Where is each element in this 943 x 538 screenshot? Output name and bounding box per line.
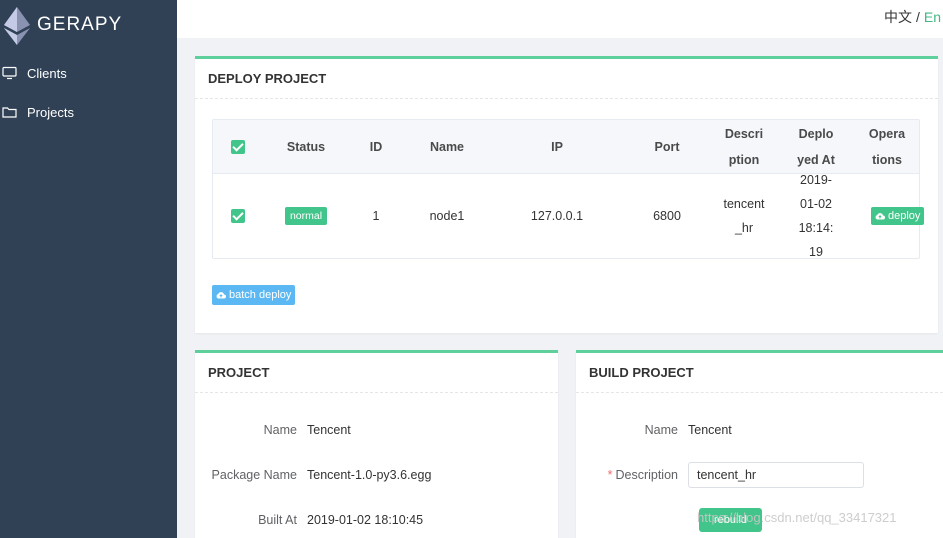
deploy-button[interactable]: deploy — [871, 207, 925, 225]
build-name-row: Name Tencent — [576, 420, 943, 440]
cloud-upload-icon — [216, 292, 226, 299]
folder-icon — [2, 107, 17, 118]
package-name-value: Tencent-1.0-py3.6.egg — [307, 468, 432, 482]
language-switch: 中文 / En — [884, 7, 941, 27]
column-header-id: ID — [369, 139, 383, 154]
brand-name: GERAPY — [37, 14, 123, 35]
description-input[interactable] — [688, 462, 864, 488]
built-at-value: 2019-01-02 18:10:45 — [307, 513, 424, 527]
monitor-icon — [2, 66, 17, 80]
table-header: Status ID Name IP Port Description Deplo… — [213, 120, 919, 174]
panel-title: DEPLOY PROJECT — [195, 59, 938, 99]
column-header-port: Port — [654, 139, 680, 154]
field-label: Name — [644, 423, 678, 437]
watermark: https://blog.csdn.net/qq_33417321 — [697, 510, 897, 525]
field-label: * Description — [607, 468, 678, 482]
batch-deploy-label: batch deploy — [229, 289, 292, 301]
built-at-row: Built At 2019-01-02 18:10:45 — [195, 510, 558, 530]
cell-id: 1 — [372, 209, 380, 223]
cloud-upload-icon — [875, 213, 885, 220]
lang-separator: / — [915, 9, 920, 25]
status-badge: normal — [284, 207, 328, 225]
sidebar-item-label: Clients — [27, 65, 67, 81]
column-header-name: Name — [429, 139, 465, 154]
field-label: Built At — [258, 513, 297, 527]
panel-title: PROJECT — [195, 353, 558, 393]
build-name-value: Tencent — [688, 423, 732, 437]
cell-name: node1 — [429, 209, 465, 223]
panel-title: BUILD PROJECT — [576, 353, 943, 393]
field-label: Package Name — [211, 468, 297, 482]
deploy-project-panel: DEPLOY PROJECT Status ID Name IP Port De… — [195, 56, 938, 333]
package-name-row: Package Name Tencent-1.0-py3.6.egg — [195, 465, 558, 485]
table-row: normal 1 node1 127.0.0.1 6800 tencent_hr… — [213, 173, 925, 259]
cell-port: 6800 — [653, 209, 681, 223]
lang-en-link[interactable]: En — [924, 9, 941, 25]
column-header-description: Description — [724, 126, 764, 167]
column-header-operations: Operations — [868, 126, 906, 167]
required-mark: * — [607, 468, 613, 482]
project-panel: PROJECT Name Tencent Package Name Tencen… — [195, 350, 558, 538]
cell-ip: 127.0.0.1 — [530, 209, 584, 223]
column-header-deployed-at: Deployed At — [797, 126, 835, 167]
sidebar-item-label: Projects — [27, 104, 74, 120]
sidebar-item-clients[interactable]: Clients — [0, 60, 177, 86]
sidebar: GERAPY Clients Projects — [0, 0, 177, 538]
gerapy-logo-icon — [4, 7, 30, 45]
batch-deploy-button[interactable]: batch deploy — [212, 285, 296, 305]
column-header-status: Status — [286, 139, 326, 154]
nodes-table: Status ID Name IP Port Description Deplo… — [212, 119, 925, 259]
deploy-button-label: deploy — [888, 210, 921, 222]
description-row: * Description — [576, 462, 943, 488]
top-bar: 中文 / En — [177, 0, 943, 38]
project-name-value: Tencent — [307, 423, 351, 437]
cell-deployed-at: 2019-01-02 18:14:19 — [798, 173, 834, 259]
lang-zh-link[interactable]: 中文 — [884, 9, 912, 25]
select-all-checkbox[interactable] — [231, 139, 245, 154]
cell-description: tencent_hr — [723, 197, 765, 235]
field-label: Name — [263, 423, 297, 437]
sidebar-item-projects[interactable]: Projects — [0, 99, 177, 125]
project-name-row: Name Tencent — [195, 420, 558, 440]
row-checkbox[interactable] — [231, 209, 245, 223]
column-header-ip: IP — [551, 139, 563, 154]
